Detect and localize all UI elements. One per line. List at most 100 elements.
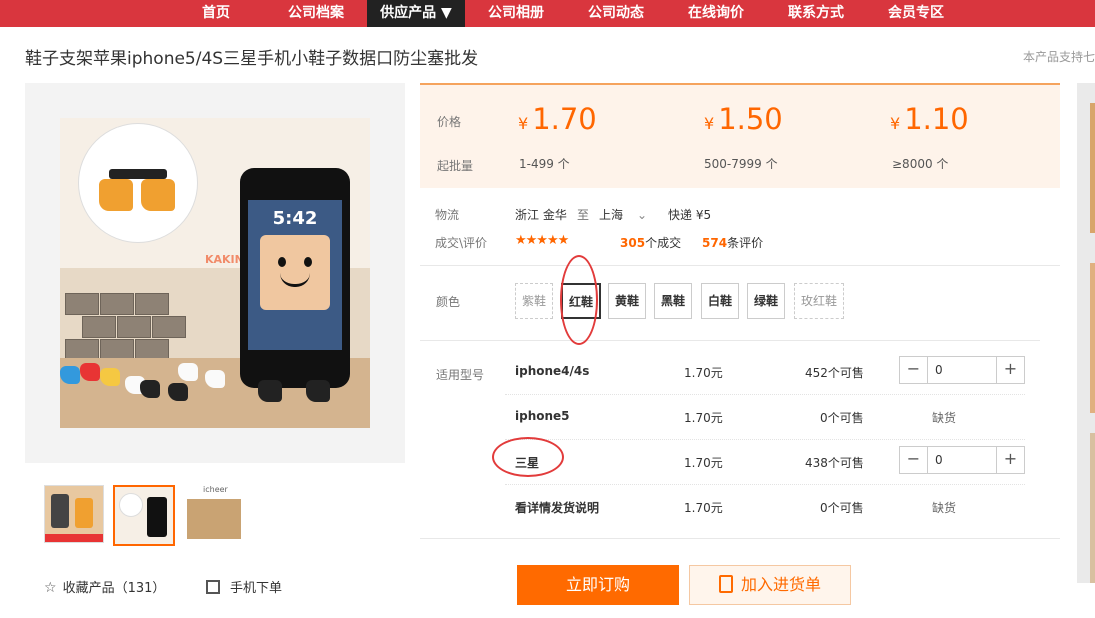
thumbnail-2[interactable] [113, 485, 175, 546]
phone-image: 5:42 [240, 168, 350, 402]
favorite-product[interactable]: ☆ 收藏产品（131） [44, 577, 165, 596]
model-row-samsung: 三星 1.70元 438个可售 − + [505, 440, 1025, 485]
model-stock: 0个可售 [820, 411, 864, 425]
photo-brick [117, 316, 151, 338]
out-of-stock-label: 缺货 [932, 501, 957, 515]
ship-destination-select[interactable]: 上海 ⌄ [599, 206, 647, 223]
thumb-bubble [119, 493, 143, 517]
ship-fee: 快递 ¥5 [668, 208, 712, 222]
color-option-white[interactable]: 白鞋 [701, 283, 739, 319]
ship-to-word: 至 [577, 208, 590, 222]
increase-button[interactable]: + [996, 357, 1024, 383]
quantity-input[interactable] [929, 357, 997, 383]
nav-news[interactable]: 公司动态 [580, 0, 652, 27]
phone-screen: 5:42 [248, 200, 342, 350]
model-stock: 452个可售 [805, 366, 864, 380]
orange-shoe-icon [99, 179, 133, 211]
orange-shoe-icon [141, 179, 175, 211]
nav-company-profile[interactable]: 公司档案 [280, 0, 352, 27]
deals-unit: 个成交 [645, 236, 682, 250]
color-option-yellow[interactable]: 黄鞋 [608, 283, 646, 319]
add-to-cart-button[interactable]: 加入进货单 [689, 565, 851, 605]
deals-count: 305 [620, 236, 646, 250]
model-name: 看详情发货说明 [515, 501, 600, 515]
nav-contact[interactable]: 联系方式 [780, 0, 852, 27]
color-option-rose-red[interactable]: 玫红鞋 [794, 283, 844, 319]
reviews-link[interactable]: 574条评价 [702, 234, 763, 251]
color-label: 颜色 [436, 295, 461, 309]
thumb-phone [51, 494, 69, 528]
connector-plug [109, 169, 167, 179]
black-shoe-icon [140, 380, 160, 398]
yellow-shoe-icon [100, 368, 120, 386]
destination-label: 上海 [599, 208, 624, 222]
eye [278, 257, 286, 267]
price-tier-3: ¥1.10 [890, 102, 969, 136]
deals-link[interactable]: 305个成交 [620, 234, 681, 251]
product-title: 鞋子支架苹果iphone5/4S三星手机小鞋子数据口防尘塞批发 [25, 49, 479, 69]
nav-products[interactable]: 供应产品 ▼ [367, 0, 465, 27]
nav-home[interactable]: 首页 [185, 0, 247, 27]
support-note: 本产品支持七 [1022, 50, 1095, 64]
add-to-cart-label: 加入进货单 [740, 575, 821, 594]
price-tier-1: ¥1.70 [518, 102, 597, 136]
nav-inquiry[interactable]: 在线询价 [680, 0, 752, 27]
price-value: 1.50 [718, 102, 783, 136]
recommendation-thumb [1090, 433, 1095, 583]
price-tier-2: ¥1.50 [704, 102, 783, 136]
color-option-green[interactable]: 绿鞋 [747, 283, 785, 319]
model-price: 1.70元 [684, 366, 723, 380]
reviews-label: 成交\评价 [435, 236, 488, 250]
yen-symbol: ¥ [704, 114, 715, 133]
price-value: 1.10 [904, 102, 969, 136]
thumbnail-3[interactable]: icheer [183, 485, 243, 543]
thumbnail-1[interactable] [44, 485, 104, 543]
mobile-order[interactable]: 手机下单 [206, 577, 282, 596]
model-row-iphone5: iphone5 1.70元 0个可售 缺货 [505, 395, 1025, 440]
divider [420, 340, 1040, 341]
model-name: iphone5 [515, 409, 570, 423]
moq-label: 起批量 [437, 159, 474, 173]
qr-code-icon [206, 580, 220, 594]
model-row-iphone4: iphone4/4s 1.70元 452个可售 − + [505, 350, 1025, 395]
yen-symbol: ¥ [518, 114, 529, 133]
quantity-input[interactable] [929, 447, 997, 473]
color-option-black[interactable]: 黑鞋 [654, 283, 692, 319]
increase-button[interactable]: + [996, 447, 1024, 473]
buy-now-button[interactable]: 立即订购 [517, 565, 679, 605]
model-price: 1.70元 [684, 411, 723, 425]
qty-tier-3: ≥8000 个 [892, 157, 949, 171]
clipboard-icon [718, 575, 733, 593]
photo-brick [135, 293, 169, 315]
photo-brick [82, 316, 116, 338]
decrease-button[interactable]: − [900, 447, 928, 473]
thumb-banner [45, 534, 103, 542]
white-shoe-icon [205, 370, 225, 388]
phone-clock: 5:42 [272, 208, 318, 229]
recommendation-thumb [1090, 263, 1095, 413]
decrease-button[interactable]: − [900, 357, 928, 383]
smiley-face [260, 235, 330, 310]
color-option-purple[interactable]: 紫鞋 [515, 283, 553, 319]
black-shoe-icon [168, 383, 188, 401]
chevron-down-icon: ⌄ [637, 208, 648, 222]
thumb-phone [147, 497, 167, 537]
price-label: 价格 [437, 115, 462, 129]
mobile-order-label: 手机下单 [230, 581, 283, 596]
smile [280, 273, 310, 287]
annotation-circle [560, 255, 598, 345]
quantity-stepper: − + [899, 356, 1025, 384]
rating-stars-icon: ★★★★★ [515, 233, 569, 248]
nav-album[interactable]: 公司相册 [480, 0, 552, 27]
reviews-unit: 条评价 [727, 236, 764, 250]
model-stock: 0个可售 [820, 501, 864, 515]
star-outline-icon: ☆ [44, 580, 57, 596]
qty-tier-2: 500-7999 个 [704, 157, 778, 171]
main-product-image[interactable]: KAKING 5:42 [25, 83, 405, 463]
red-shoe-icon [80, 363, 100, 381]
thumb-phone [75, 498, 93, 528]
nav-member[interactable]: 会员专区 [880, 0, 952, 27]
zoom-bubble [78, 123, 198, 243]
annotation-circle [492, 437, 564, 477]
out-of-stock-label: 缺货 [932, 411, 957, 425]
